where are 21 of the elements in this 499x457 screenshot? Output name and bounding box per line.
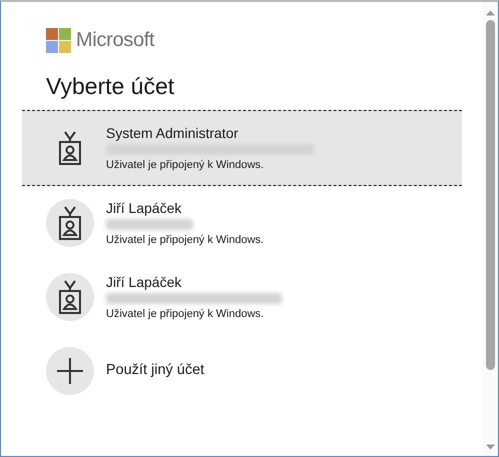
badge-icon — [58, 280, 82, 314]
scroll-thumb[interactable] — [486, 20, 495, 370]
account-status: Uživatel je připojený k Windows. — [106, 232, 264, 246]
plus-icon — [57, 358, 83, 384]
logo-icon — [46, 28, 71, 52]
account-status: Uživatel je připojený k Windows. — [106, 306, 265, 320]
account-name: Jiří Lapáček — [106, 200, 182, 216]
account-name: Jiří Lapáček — [106, 274, 182, 290]
badge-icon — [58, 131, 82, 165]
brand-name: Microsoft — [76, 28, 154, 53]
account-item[interactable]: Jiří Lapáček Uživatel je připojený k Windows. — [22, 260, 462, 334]
account-item[interactable]: System Administrator Uživatel je připojený k Windows. — [22, 110, 462, 186]
account-status: Uživatel je připojený k Windows. — [106, 158, 265, 172]
scroll-down-icon[interactable] — [486, 444, 495, 450]
account-item[interactable]: Jiří Lapáček Uživatel je připojený k Windows. — [22, 186, 462, 260]
scrollbar[interactable] — [483, 2, 498, 456]
scroll-up-icon[interactable] — [486, 10, 495, 16]
add-account-button[interactable]: Použít jiný účet — [22, 334, 462, 408]
account-name: System Administrator — [106, 124, 240, 142]
badge-icon — [58, 206, 82, 240]
page-title: Vyberte účet — [46, 72, 176, 101]
